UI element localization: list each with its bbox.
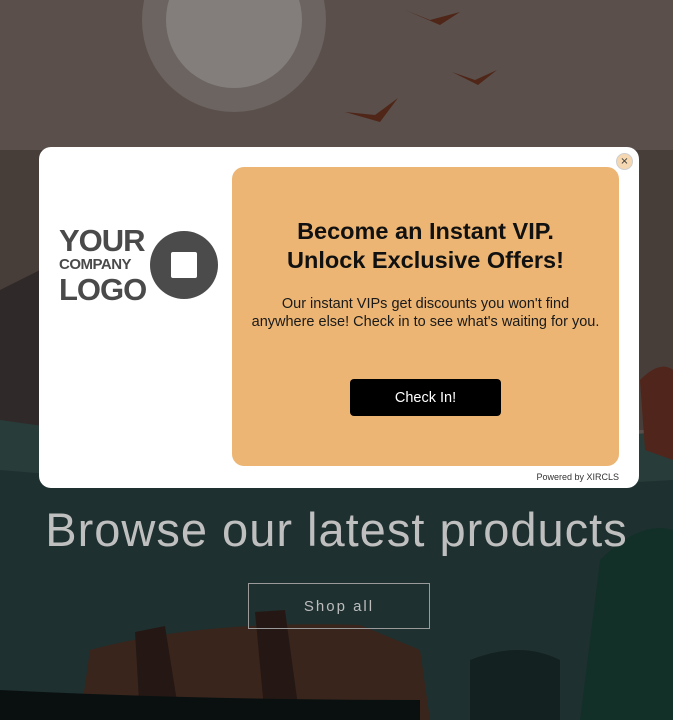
logo-line-2: COMPANY <box>59 256 132 273</box>
close-icon: × <box>620 155 629 167</box>
company-logo-text: YOUR COMPANY LOGO <box>59 223 147 307</box>
headline-line-1: Become an Instant VIP. <box>297 218 554 244</box>
powered-by-label[interactable]: Powered by XIRCLS <box>536 472 619 482</box>
shop-all-button[interactable]: Shop all <box>248 583 430 629</box>
logo-stop-icon <box>150 231 219 299</box>
headline-line-2: Unlock Exclusive Offers! <box>287 247 564 273</box>
offer-headline: Become an Instant VIP. Unlock Exclusive … <box>242 217 609 275</box>
company-logo: YOUR COMPANY LOGO <box>59 217 219 313</box>
vip-popup-modal: YOUR COMPANY LOGO Become an Instant VIP.… <box>39 147 639 488</box>
hero-title: Browse our latest products <box>45 503 628 556</box>
check-in-button[interactable]: Check In! <box>350 379 501 416</box>
offer-description: Our instant VIPs get discounts you won't… <box>251 296 600 330</box>
close-popup-button[interactable]: × <box>616 153 633 170</box>
offer-panel: Become an Instant VIP. Unlock Exclusive … <box>232 167 619 466</box>
logo-line-3: LOGO <box>59 272 147 307</box>
logo-square-shape <box>171 252 198 278</box>
logo-line-1: YOUR <box>59 223 146 258</box>
